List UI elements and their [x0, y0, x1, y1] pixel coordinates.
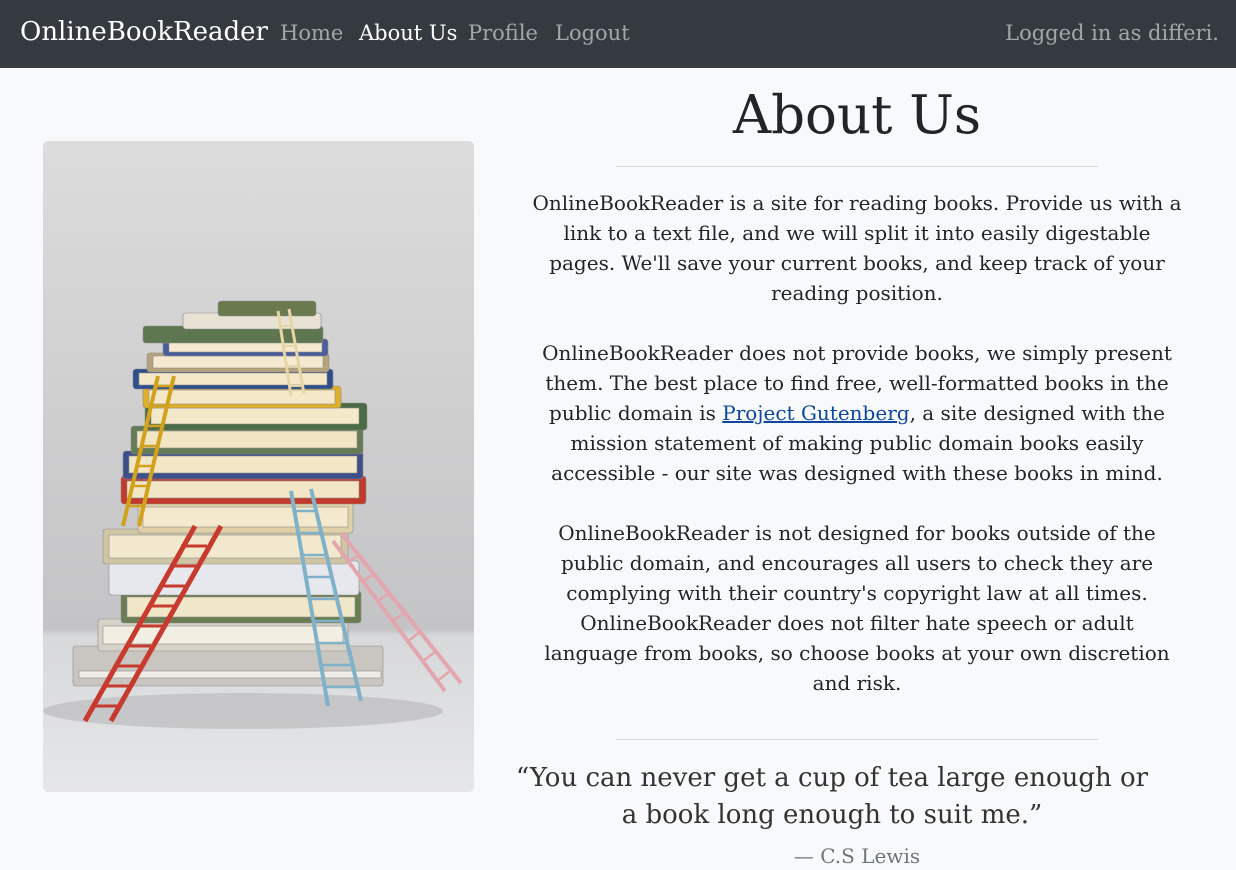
divider-bottom	[616, 739, 1098, 740]
divider-top	[616, 166, 1098, 167]
nav-home[interactable]: Home	[280, 19, 343, 47]
quote-author: — C.S Lewis	[793, 844, 921, 868]
project-gutenberg-link[interactable]: Project Gutenberg	[722, 401, 909, 425]
brand-link[interactable]: OnlineBookReader	[20, 15, 268, 49]
quote-block: “You can never get a cup of tea large en…	[512, 760, 1202, 870]
sources-paragraph: OnlineBookReader does not provide books,…	[532, 338, 1182, 488]
navbar: OnlineBookReader Home About Us Profile L…	[0, 0, 1236, 68]
nav-about-us[interactable]: About Us	[359, 19, 457, 47]
disclaimer-paragraph: OnlineBookReader is not designed for boo…	[544, 521, 1170, 695]
login-status: Logged in as differi.	[1005, 21, 1219, 45]
page-title: About Us	[732, 85, 982, 146]
nav-logout[interactable]: Logout	[555, 19, 630, 47]
intro-paragraph: OnlineBookReader is a site for reading b…	[532, 191, 1182, 305]
nav-profile[interactable]: Profile	[468, 19, 538, 47]
books-ladders-image	[43, 141, 474, 792]
quote-text: “You can never get a cup of tea large en…	[515, 763, 1149, 830]
about-content: About Us OnlineBookReader is a site for …	[512, 80, 1202, 870]
